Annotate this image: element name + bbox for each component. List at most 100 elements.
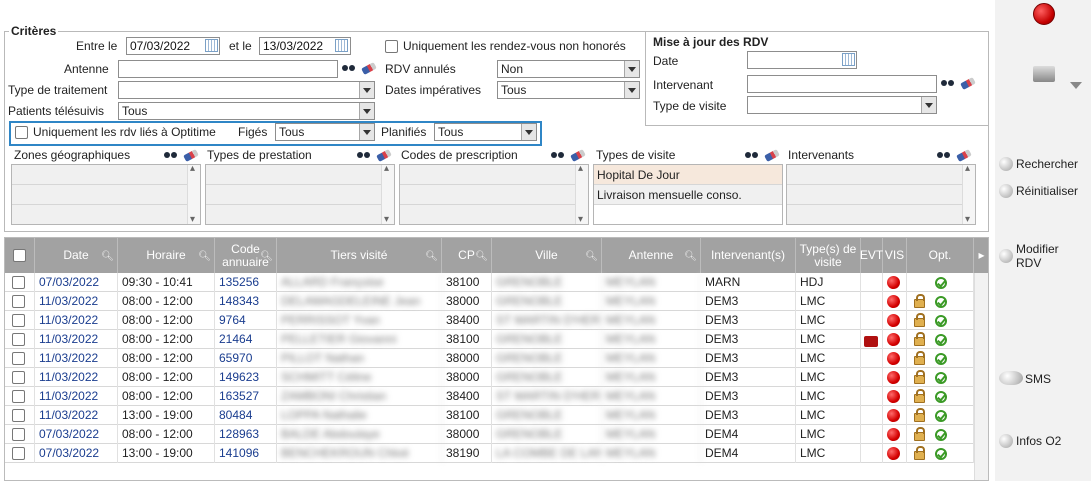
row-checkbox[interactable] (12, 295, 25, 308)
header-tiers[interactable]: Tiers visité 🔍︎ (277, 238, 442, 273)
reinitialiser-button[interactable]: Réinitialiser (999, 184, 1091, 200)
figes-select[interactable]: Tous (275, 123, 375, 141)
binoculars-search-icon[interactable] (357, 150, 371, 159)
magnifier-icon[interactable]: 🔍︎ (198, 250, 211, 263)
list-item[interactable]: Hopital De Jour (594, 165, 782, 185)
header-antenne[interactable]: Antenne 🔍︎ (602, 238, 701, 273)
type-traitement-select[interactable] (118, 81, 375, 99)
modifier-rdv-button[interactable]: Modifier RDV (999, 241, 1091, 271)
calendar-icon[interactable] (842, 53, 855, 66)
optitime-checkbox[interactable] (15, 126, 28, 139)
lock-icon[interactable] (914, 294, 925, 308)
list-item[interactable] (400, 185, 588, 205)
binoculars-search-icon[interactable] (342, 63, 356, 72)
table-row[interactable]: 11/03/2022 08:00 - 12:00 148343 DELAMAGDELE… (5, 292, 988, 311)
header-intervenants[interactable]: Intervenant(s) (701, 238, 796, 273)
prescription-list[interactable] (399, 163, 589, 225)
status-red-dot-icon[interactable] (887, 314, 900, 327)
table-row[interactable]: 11/03/2022 08:00 - 12:00 21464 PELLETIER Gi… (5, 330, 988, 349)
magnifier-icon[interactable]: 🔍︎ (425, 250, 438, 263)
table-row[interactable]: 07/03/2022 08:00 - 12:00 128963 BALDE Abdou… (5, 425, 988, 444)
printer-icon[interactable] (1033, 66, 1055, 82)
lock-icon[interactable] (914, 408, 925, 422)
list-item[interactable] (400, 165, 588, 185)
zones-list[interactable] (11, 163, 201, 225)
maj-intervenant-field[interactable] (747, 75, 937, 93)
table-row[interactable]: 07/03/2022 09:30 - 10:41 135256 ALLARD Fran… (5, 273, 988, 292)
briefcase-icon[interactable] (864, 336, 878, 347)
list-item[interactable] (206, 165, 394, 185)
row-checkbox[interactable] (12, 352, 25, 365)
list-item[interactable] (206, 185, 394, 205)
maj-date-field[interactable] (747, 51, 857, 69)
table-row[interactable]: 07/03/2022 13:00 - 19:00 141096 BENCHEKROUN… (5, 444, 988, 463)
row-checkbox[interactable] (12, 428, 25, 441)
select-all-checkbox[interactable] (13, 249, 26, 262)
table-row[interactable]: 11/03/2022 13:00 - 19:00 80484 LOPPA Nathal… (5, 406, 988, 425)
list-item[interactable]: Livraison mensuelle conso. (594, 185, 782, 205)
magnifier-icon[interactable]: 🔍︎ (684, 250, 697, 263)
header-cp[interactable]: CP 🔍︎ (442, 238, 492, 273)
header-date[interactable]: Date 🔍︎ (35, 238, 118, 273)
chevron-down-icon[interactable] (1070, 82, 1082, 89)
patients-telesuivis-select[interactable]: Tous (118, 102, 375, 120)
calendar-icon[interactable] (205, 39, 218, 52)
intervenants-list[interactable] (786, 163, 976, 225)
table-row[interactable]: 11/03/2022 08:00 - 12:00 9764 PERRISSOT Yva… (5, 311, 988, 330)
header-types-visite[interactable]: Type(s) de visite (796, 238, 861, 273)
magnifier-icon[interactable]: 🔍︎ (260, 250, 273, 263)
table-row[interactable]: 11/03/2022 08:00 - 12:00 65970 PILLOT Natha… (5, 349, 988, 368)
antenne-field[interactable] (118, 60, 338, 78)
check-circle-icon[interactable] (935, 429, 947, 441)
status-red-dot-icon[interactable] (887, 371, 900, 384)
binoculars-search-icon[interactable] (745, 150, 759, 159)
status-red-dot-icon[interactable] (887, 295, 900, 308)
row-checkbox[interactable] (12, 409, 25, 422)
planifies-select[interactable]: Tous (434, 123, 537, 141)
lock-icon[interactable] (914, 427, 925, 441)
status-red-dot-icon[interactable] (887, 428, 900, 441)
sms-button[interactable]: SMS (999, 371, 1091, 387)
header-scroll-right[interactable]: ▸ (974, 238, 988, 273)
infos-o2-button[interactable]: Infos O2 (999, 434, 1091, 450)
stop-icon[interactable] (1033, 3, 1055, 25)
status-red-dot-icon[interactable] (887, 447, 900, 460)
check-circle-icon[interactable] (935, 315, 947, 327)
lock-icon[interactable] (914, 370, 925, 384)
rechercher-button[interactable]: Rechercher (999, 157, 1091, 173)
list-scrollbar[interactable] (381, 163, 394, 225)
lock-icon[interactable] (914, 389, 925, 403)
prestation-list[interactable] (205, 163, 395, 225)
row-checkbox[interactable] (12, 333, 25, 346)
table-row[interactable]: 11/03/2022 08:00 - 12:00 149623 SCHMITT Cél… (5, 368, 988, 387)
magnifier-icon[interactable]: 🔍︎ (101, 250, 114, 263)
row-checkbox[interactable] (12, 447, 25, 460)
list-item[interactable] (787, 185, 975, 205)
check-circle-icon[interactable] (935, 277, 947, 289)
list-scrollbar[interactable] (575, 163, 588, 225)
status-red-dot-icon[interactable] (887, 276, 900, 289)
status-red-dot-icon[interactable] (887, 352, 900, 365)
check-circle-icon[interactable] (935, 410, 947, 422)
header-vis[interactable]: VIS (883, 238, 907, 273)
header-opt[interactable]: Opt. (907, 238, 974, 273)
dates-imperatives-select[interactable]: Tous (497, 81, 640, 99)
binoculars-search-icon[interactable] (551, 150, 565, 159)
magnifier-icon[interactable]: 🔍︎ (585, 250, 598, 263)
list-scrollbar[interactable] (187, 163, 200, 225)
list-item[interactable] (12, 185, 200, 205)
check-circle-icon[interactable] (935, 372, 947, 384)
header-select-all[interactable] (5, 238, 35, 273)
calendar-icon[interactable] (335, 39, 348, 52)
binoculars-search-icon[interactable] (941, 78, 955, 87)
header-code[interactable]: Code annuaire 🔍︎ (215, 238, 277, 273)
check-circle-icon[interactable] (935, 334, 947, 346)
list-item[interactable] (787, 165, 975, 185)
row-checkbox[interactable] (12, 276, 25, 289)
grid-scrollbar[interactable] (974, 273, 988, 480)
non-honores-checkbox[interactable] (385, 40, 398, 53)
status-red-dot-icon[interactable] (887, 390, 900, 403)
row-checkbox[interactable] (12, 371, 25, 384)
header-horaire[interactable]: Horaire 🔍︎ (118, 238, 215, 273)
list-item[interactable] (12, 165, 200, 185)
